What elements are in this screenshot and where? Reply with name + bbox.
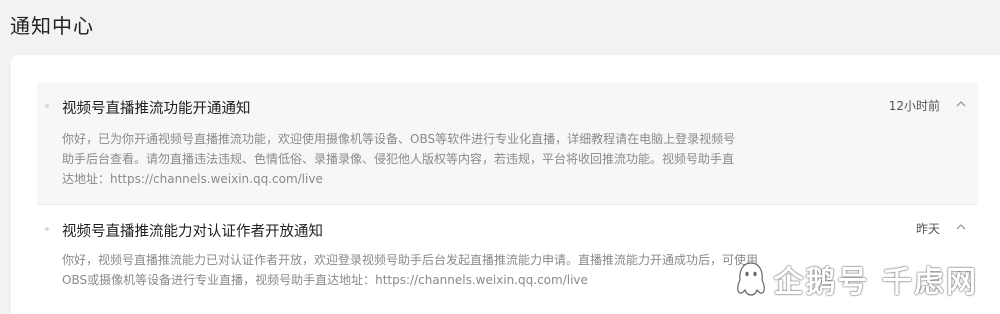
notification-body: 你好，视频号直播推流能力已对认证作者开放，欢迎登录视频号助手后台发起直播推流能力… <box>62 253 759 287</box>
notification-title[interactable]: 视频号直播推流功能开通通知 <box>62 97 251 118</box>
bullet-dot-icon <box>45 104 49 108</box>
chevron-up-icon[interactable] <box>954 219 968 233</box>
watermark: 企鹅号 千虑网 <box>734 257 978 301</box>
penguin-logo-icon <box>734 260 768 298</box>
notification-time: 12小时前 <box>888 99 940 113</box>
chevron-up-icon[interactable] <box>954 96 968 110</box>
notification-body: 你好，已为你开通视频号直播推流功能，欢迎使用摄像机等设备、OBS等软件进行专业化… <box>62 132 736 186</box>
notification-title[interactable]: 视频号直播推流能力对认证作者开放通知 <box>62 220 323 241</box>
notification-time: 昨天 <box>915 222 940 236</box>
bullet-dot-icon <box>45 227 49 231</box>
page-title: 通知中心 <box>10 14 94 38</box>
watermark-text: 企鹅号 千虑网 <box>773 265 978 300</box>
notification-item[interactable]: 视频号直播推流功能开通通知 12小时前 你好，已为你开通视频号直播推流功能，欢迎… <box>37 82 978 204</box>
